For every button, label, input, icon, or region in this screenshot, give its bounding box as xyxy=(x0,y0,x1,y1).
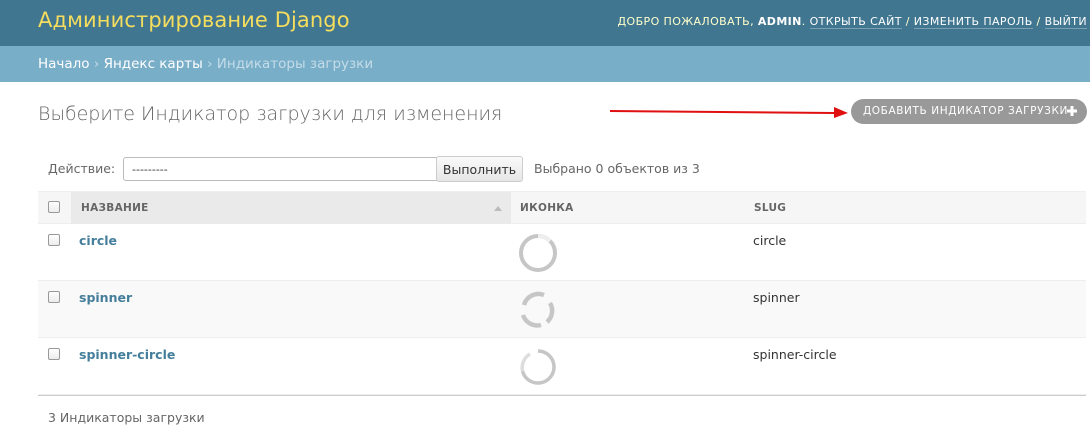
welcome-text: ДОБРО ПОЖАЛОВАТЬ, xyxy=(617,15,754,28)
row-checkbox[interactable] xyxy=(48,348,60,360)
spinner-circle-loader-icon xyxy=(520,349,556,385)
row-checkbox[interactable] xyxy=(48,291,60,303)
table-row: spinner-circle spinner-circle xyxy=(38,338,1086,395)
username: ADMIN xyxy=(757,15,802,28)
add-loader-button[interactable]: ДОБАВИТЬ ИНДИКАТОР ЗАГРУЗКИ xyxy=(851,99,1087,124)
breadcrumb-separator: › xyxy=(93,56,100,72)
logout-link[interactable]: ВЫЙТИ xyxy=(1044,15,1087,29)
change-password-link[interactable]: ИЗМЕНИТЬ ПАРОЛЬ xyxy=(913,15,1033,29)
action-select[interactable]: --------- xyxy=(123,157,469,181)
column-header-name[interactable]: НАЗВАНИЕ xyxy=(81,202,149,214)
row-checkbox[interactable] xyxy=(48,234,60,246)
row-name-link[interactable]: circle xyxy=(79,233,117,248)
breadcrumb-current: Индикаторы загрузки xyxy=(216,56,374,72)
select-all-checkbox[interactable] xyxy=(48,201,60,213)
plus-icon xyxy=(1067,106,1077,116)
result-count: 3 Индикаторы загрузки xyxy=(48,410,205,425)
user-tools-separator: / xyxy=(905,15,910,28)
site-title[interactable]: Администрирование Django xyxy=(38,8,350,32)
user-tools: ДОБРО ПОЖАЛОВАТЬ, ADMIN. ОТКРЫТЬ САЙТ / … xyxy=(617,15,1087,29)
user-tools-separator: / xyxy=(1036,15,1041,28)
action-label: Действие: xyxy=(48,161,116,176)
breadcrumb-app-link[interactable]: Яндекс карты xyxy=(104,56,203,72)
view-site-link[interactable]: ОТКРЫТЬ САЙТ xyxy=(809,15,902,29)
row-slug: spinner xyxy=(753,290,800,305)
row-slug: spinner-circle xyxy=(753,347,837,362)
actions-bar: Действие: --------- Выполнить Выбрано 0 … xyxy=(38,152,1086,190)
circle-loader-icon xyxy=(519,234,557,272)
page-title: Выберите Индикатор загрузки для изменени… xyxy=(38,103,503,125)
action-select-value: --------- xyxy=(132,163,168,176)
table-row: spinner spinner xyxy=(38,281,1086,338)
breadcrumb: Начало › Яндекс карты › Индикаторы загру… xyxy=(0,46,1090,82)
header: Администрирование Django ДОБРО ПОЖАЛОВАТ… xyxy=(0,0,1090,46)
breadcrumb-home-link[interactable]: Начало xyxy=(38,56,90,72)
add-button-label: ДОБАВИТЬ ИНДИКАТОР ЗАГРУЗКИ xyxy=(863,105,1068,117)
spinner-loader-icon xyxy=(520,291,555,328)
run-action-button[interactable]: Выполнить xyxy=(436,156,523,182)
row-name-link[interactable]: spinner-circle xyxy=(79,347,175,362)
selection-counter: Выбрано 0 объектов из 3 xyxy=(534,161,700,176)
table-header: НАЗВАНИЕ ИКОНКА SLUG xyxy=(38,191,1086,224)
column-header-slug: SLUG xyxy=(754,202,787,214)
table-footer-divider xyxy=(38,395,1086,396)
column-header-icon: ИКОНКА xyxy=(520,202,574,214)
sort-ascending-icon[interactable] xyxy=(494,206,502,211)
breadcrumb-separator: › xyxy=(207,56,213,72)
annotation-arrow xyxy=(609,107,848,118)
row-slug: circle xyxy=(753,233,787,248)
row-name-link[interactable]: spinner xyxy=(79,290,132,305)
table-row: circle circle xyxy=(38,224,1086,281)
